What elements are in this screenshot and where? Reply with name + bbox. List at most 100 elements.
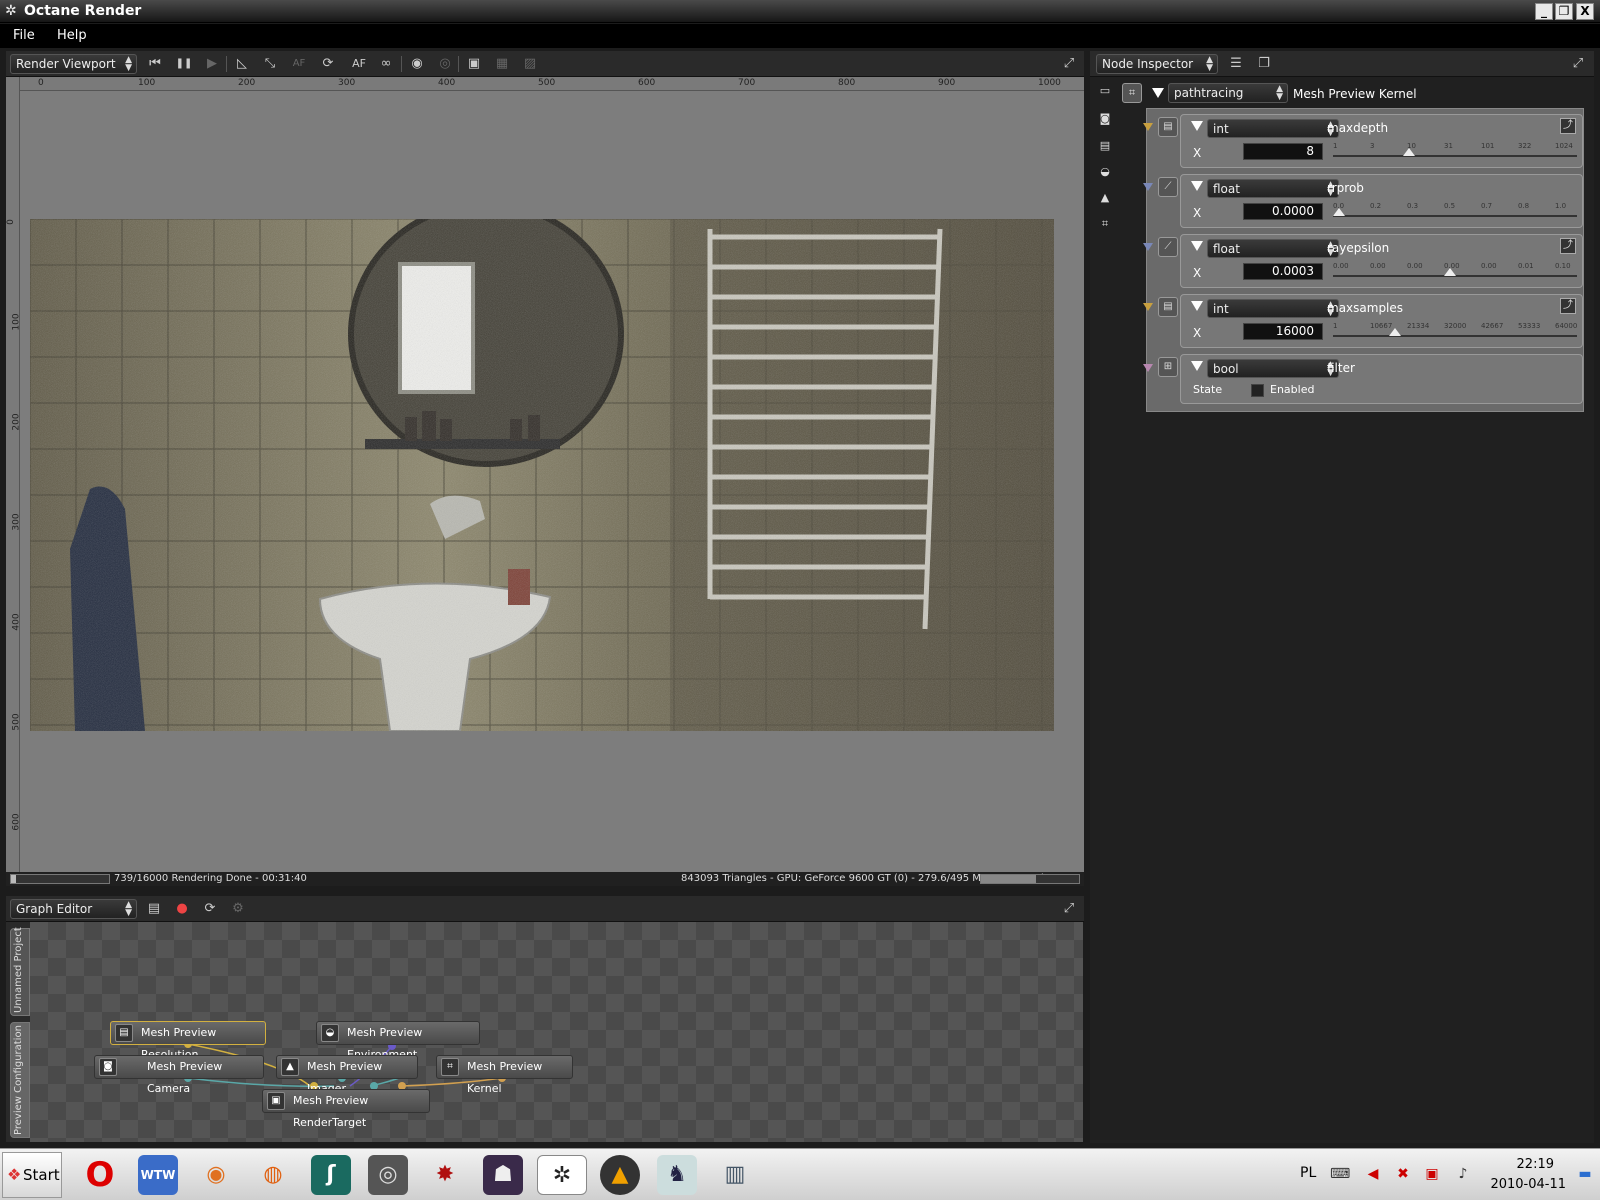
resize-tool-icon[interactable]: ⤡ [260, 55, 280, 73]
camera-node-icon[interactable]: ◙ [1096, 110, 1114, 128]
curve-toggle-icon[interactable]: ⤴ [1560, 118, 1576, 134]
vlc-icon[interactable]: ▲ [600, 1155, 640, 1195]
checker-icon[interactable]: ▦ [492, 55, 512, 73]
param-type-select[interactable]: int ▲ ▼ [1207, 299, 1339, 318]
start-button[interactable]: ❖ Start [2, 1152, 62, 1198]
environment-node-icon[interactable]: ◒ [1096, 163, 1114, 181]
opera-icon[interactable]: O [80, 1155, 120, 1195]
show-desktop-icon[interactable]: ▬ [1576, 1165, 1594, 1183]
keyboard-tray-icon[interactable]: ⌨ [1330, 1165, 1350, 1183]
network-tray-icon[interactable]: ▣ [1423, 1165, 1441, 1183]
diablo-icon[interactable]: ✸ [425, 1155, 465, 1195]
steam-icon[interactable]: ◎ [368, 1155, 408, 1195]
imager-node-icon[interactable]: ▲ [1096, 189, 1114, 207]
archive-icon[interactable]: ▥ [715, 1155, 755, 1195]
param-slider[interactable]: 1 10667 21334 32000 42667 53333 64000 [1333, 321, 1577, 345]
autofocus-button[interactable]: AF [349, 55, 369, 73]
curve-toggle-icon[interactable]: ⤴ [1560, 298, 1576, 314]
image-node-icon[interactable]: ▭ [1096, 82, 1114, 100]
expand-triangle-icon[interactable] [1191, 121, 1203, 131]
tab-preview-configuration[interactable]: Preview Configuration [10, 1022, 30, 1138]
render-viewport[interactable]: 0 100 200 300 400 500 600 700 800 900 1000 0 100 200… [6, 77, 1084, 872]
kernel-expand-triangle-icon[interactable] [1152, 88, 1164, 98]
frame-icon[interactable]: ▣ [464, 55, 484, 73]
kernel-node-icon[interactable]: ⌗ [1096, 215, 1114, 233]
ruler-tool-icon[interactable]: ◺ [232, 55, 252, 73]
launcher-icon[interactable]: ʃ [311, 1155, 351, 1195]
slider-thumb[interactable] [1402, 148, 1415, 156]
collapse-icon[interactable]: ☰ [1226, 55, 1246, 73]
viewport-selector[interactable]: Render Viewport ▲ ▼ [10, 54, 137, 74]
language-indicator[interactable]: PL [1300, 1165, 1316, 1181]
network-error-tray-icon[interactable]: ✖ [1394, 1165, 1412, 1183]
tab-unnamed-project[interactable]: Unnamed Project [10, 927, 30, 1016]
volume-tray-icon[interactable]: ♪ [1454, 1165, 1472, 1183]
firefox-icon[interactable]: ◍ [253, 1155, 293, 1195]
kernel-type-select[interactable]: pathtracing ▲ ▼ [1168, 83, 1288, 103]
play-icon[interactable]: ▶ [202, 55, 222, 73]
load-icon[interactable]: ▤ [144, 900, 164, 918]
inspector-selector[interactable]: Node Inspector ▲ ▼ [1096, 54, 1218, 74]
param-type-select[interactable]: int ▲ ▼ [1207, 119, 1339, 138]
zoom-reset-icon[interactable]: ◎ [435, 55, 455, 73]
node-mesh-preview-rendertarget[interactable]: ▣ Mesh Preview RenderTarget [262, 1089, 430, 1129]
node-mesh-preview-camera[interactable]: ◙ Mesh Preview Camera [94, 1055, 264, 1095]
node-mesh-preview-imager[interactable]: ▲ Mesh Preview Imager [276, 1055, 418, 1095]
blender-icon[interactable]: ◉ [196, 1155, 236, 1195]
speaker-tray-icon[interactable]: ◀ [1364, 1165, 1382, 1183]
region-icon[interactable]: ▨ [520, 55, 540, 73]
curve-toggle-icon[interactable]: ⤴ [1560, 238, 1576, 254]
param-slider[interactable]: 0.00 0.00 0.00 0.00 0.00 0.01 0.10 [1333, 261, 1577, 285]
clock-time[interactable]: 22:19 [1517, 1157, 1554, 1172]
slider-thumb[interactable] [1444, 268, 1457, 276]
windows-icon[interactable]: ❐ [1254, 55, 1274, 73]
menu-help[interactable]: Help [57, 28, 87, 43]
slider-thumb[interactable] [1333, 208, 1345, 216]
octane-logo-icon: ✲ [5, 3, 17, 19]
node-mesh-preview-resolution[interactable]: ▤ Mesh Preview Resolution [110, 1021, 266, 1061]
inspector-fullscreen-icon[interactable]: ⤢ [1568, 55, 1588, 73]
pause-icon[interactable]: ❚❚ [174, 55, 194, 73]
menu-file[interactable]: File [13, 28, 35, 43]
wtw-icon[interactable]: WTW [138, 1155, 178, 1195]
param-slider[interactable]: 1 3 10 31 101 322 1024 [1333, 141, 1577, 165]
clock-date[interactable]: 2010-04-11 [1490, 1177, 1566, 1192]
node-mesh-preview-environment[interactable]: ◒ Mesh Preview Environment [316, 1021, 480, 1061]
param-value-input[interactable]: 8 [1243, 143, 1323, 160]
octane-taskbar-icon[interactable]: ✲ [537, 1155, 587, 1195]
graph-fullscreen-icon[interactable]: ⤢ [1059, 900, 1079, 918]
cs-icon[interactable]: ♞ [657, 1155, 697, 1195]
param-type-select[interactable]: float ▲ ▼ [1207, 179, 1339, 198]
graph-selector[interactable]: Graph Editor ▲ ▼ [10, 899, 137, 919]
rewind-icon[interactable]: ⏮ [145, 55, 165, 73]
expand-triangle-icon[interactable] [1191, 301, 1203, 311]
param-value-input[interactable]: 16000 [1243, 323, 1323, 340]
af-disabled-icon[interactable]: AF [289, 55, 309, 73]
slider-thumb[interactable] [1388, 328, 1401, 336]
expand-triangle-icon[interactable] [1191, 181, 1203, 191]
close-button[interactable]: X [1576, 3, 1594, 20]
graph-refresh-icon[interactable]: ⟳ [200, 900, 220, 918]
resolution-node-icon[interactable]: ▤ [1096, 137, 1114, 155]
param-value-input[interactable]: 0.0000 [1243, 203, 1323, 220]
game-icon[interactable]: ☗ [483, 1155, 523, 1195]
expand-triangle-icon[interactable] [1191, 361, 1203, 371]
windows-logo-icon: ❖ [7, 1165, 22, 1184]
param-slider[interactable]: 0.0 0.2 0.3 0.5 0.7 0.8 1.0 [1333, 201, 1577, 225]
enabled-checkbox[interactable] [1251, 384, 1264, 397]
minimize-button[interactable]: _ [1535, 3, 1553, 20]
param-value-input[interactable]: 0.0003 [1243, 263, 1323, 280]
viewport-fullscreen-icon[interactable]: ⤢ [1059, 55, 1079, 73]
param-type-select[interactable]: bool ▲ ▼ [1207, 359, 1339, 378]
refresh-icon[interactable]: ⟳ [318, 55, 338, 73]
restore-button[interactable]: ❐ [1555, 3, 1573, 20]
node-mesh-preview-kernel[interactable]: ⌗ Mesh Preview Kernel [436, 1055, 573, 1095]
glasses-icon[interactable]: ∞ [376, 55, 396, 73]
toolbar-separator [458, 56, 459, 72]
expand-triangle-icon[interactable] [1191, 241, 1203, 251]
graph-tool-icon[interactable]: ⚙ [228, 900, 248, 918]
record-icon[interactable]: ● [172, 900, 192, 918]
zoom-region-icon[interactable]: ◉ [407, 55, 427, 73]
ruler-h-label: 900 [938, 78, 956, 88]
param-type-select[interactable]: float ▲ ▼ [1207, 239, 1339, 258]
